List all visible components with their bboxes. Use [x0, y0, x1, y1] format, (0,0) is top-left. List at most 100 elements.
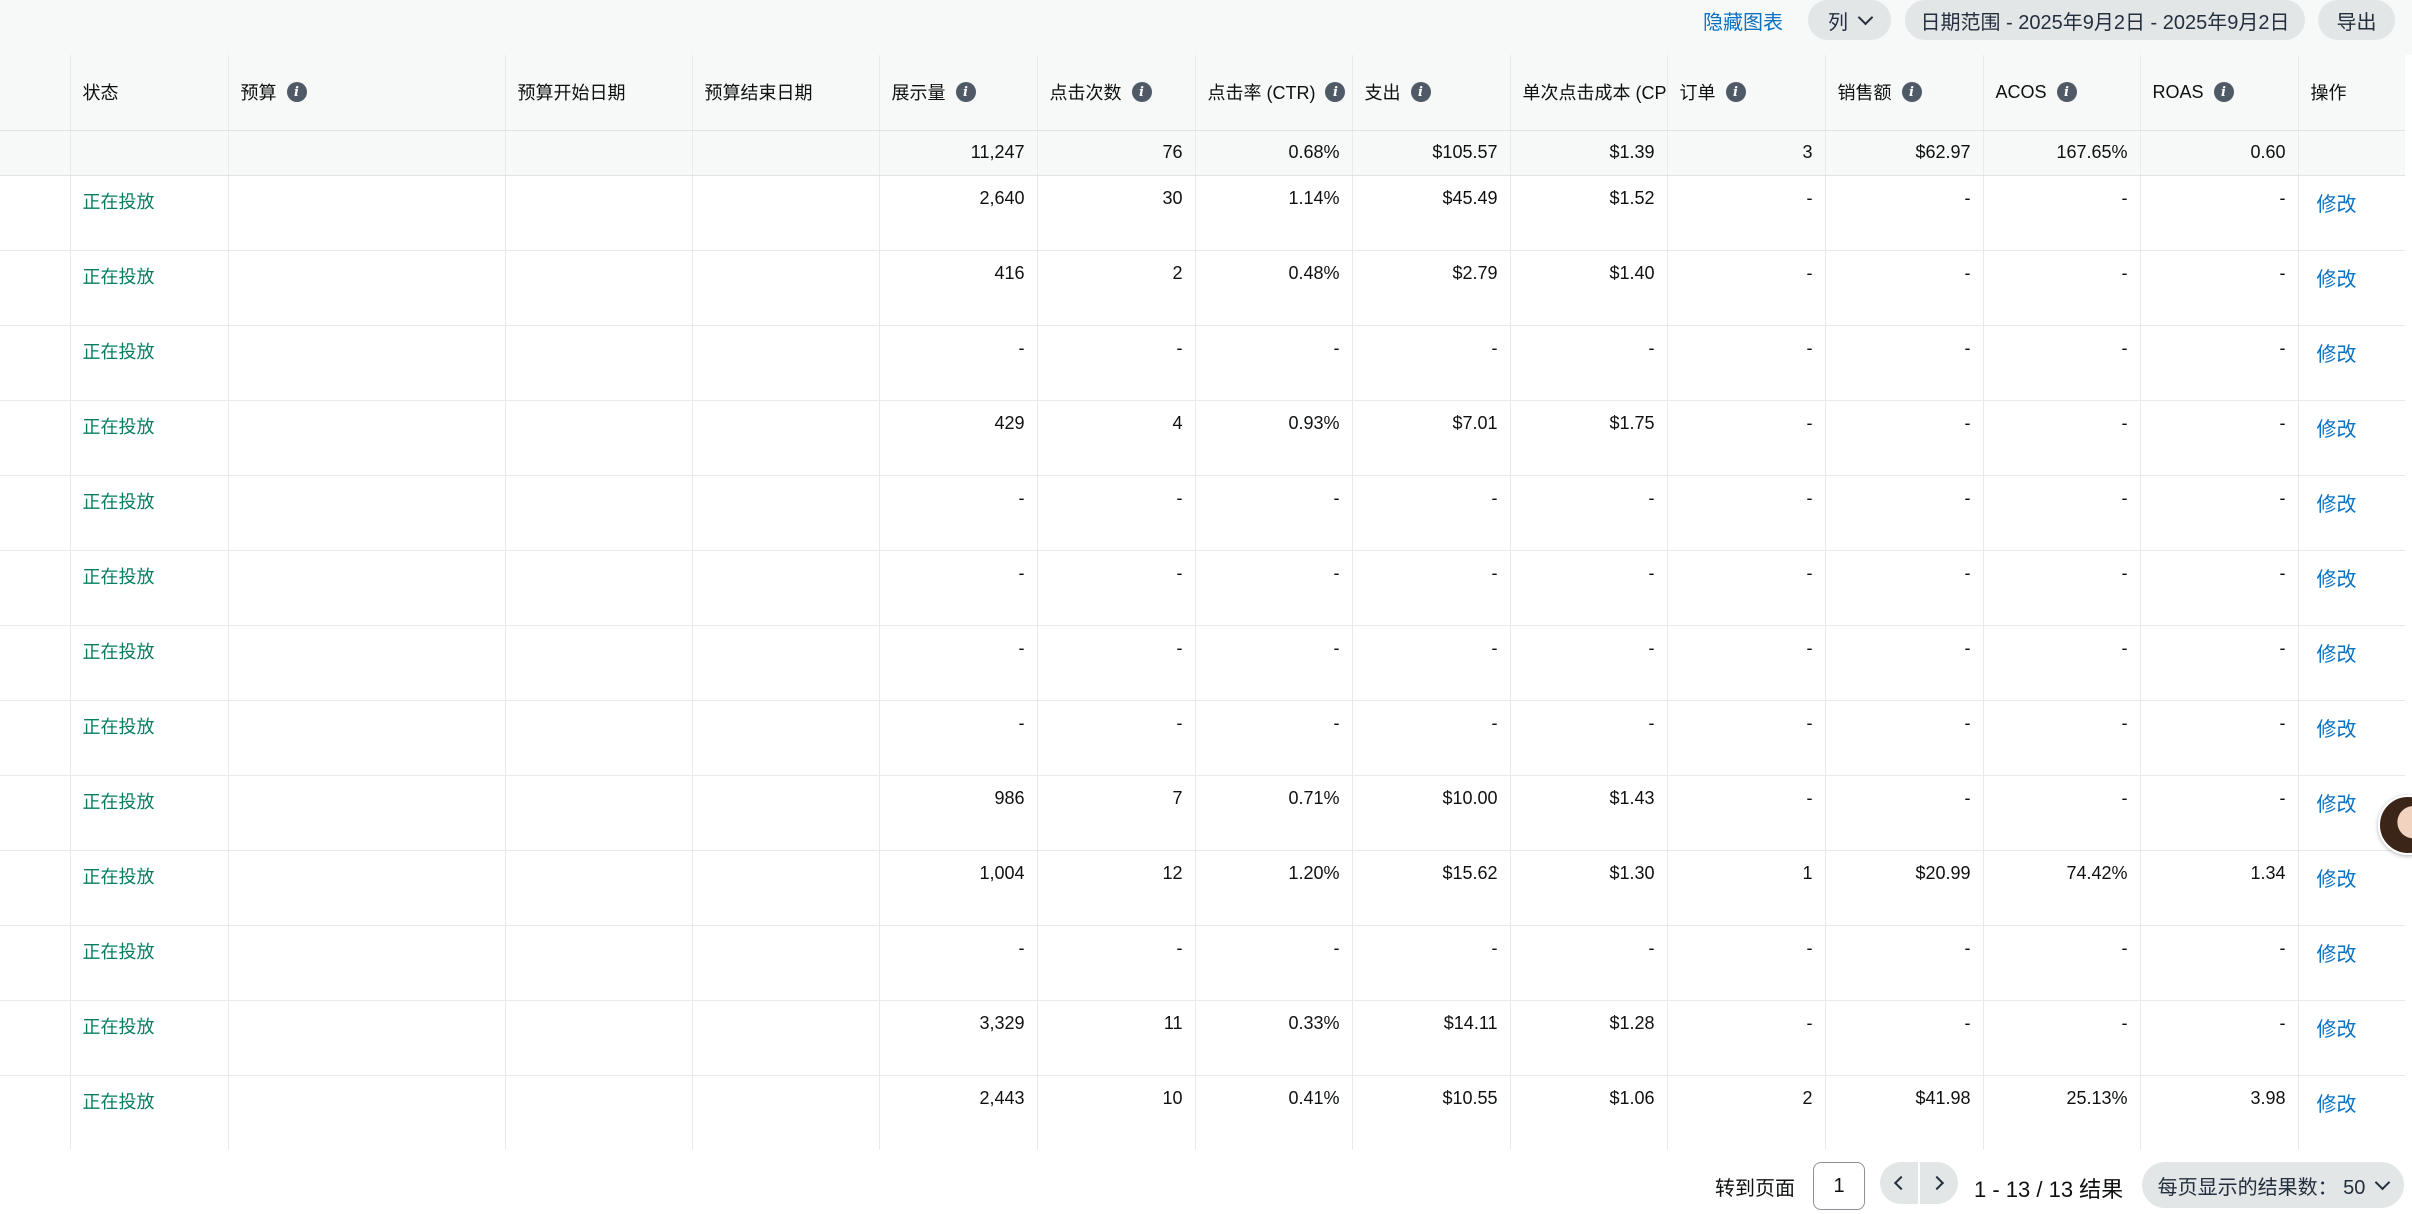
ctr-cell: 0.71% — [1195, 775, 1353, 851]
header-label: 点击率 (CTR) — [1207, 83, 1316, 104]
header-orders[interactable]: 订单 i — [1667, 55, 1826, 131]
edit-link[interactable]: 修改 — [2298, 175, 2405, 251]
roas-cell: - — [2140, 250, 2299, 326]
budget-start-cell — [505, 850, 693, 926]
table-cell — [0, 400, 71, 476]
header-acos[interactable]: ACOS i — [1983, 55, 2141, 131]
acos-cell: - — [1983, 475, 2141, 551]
roas-cell: - — [2140, 550, 2299, 626]
header-label: ACOS — [1995, 81, 2047, 102]
table-row: 正在投放 416 2 0.48% $2.79 $1.40- - - - 修改 — [0, 250, 2405, 326]
sales-cell: - — [1825, 775, 1984, 851]
info-icon[interactable]: i — [2056, 82, 2077, 103]
edit-link[interactable]: 修改 — [2298, 925, 2405, 1001]
header-budget[interactable]: 预算 i — [228, 55, 506, 131]
clicks-cell: 4 — [1037, 400, 1196, 476]
header-clicks[interactable]: 点击次数 i — [1037, 55, 1196, 131]
header-spend[interactable]: 支出 i — [1352, 55, 1511, 131]
status-cell: 正在投放 — [70, 175, 229, 251]
sales-cell: - — [1825, 1000, 1984, 1076]
acos-cell: - — [1983, 400, 2141, 476]
orders-cell: - — [1667, 925, 1826, 1001]
acos-cell: - — [1983, 700, 2141, 776]
edit-link[interactable]: 修改 — [2298, 625, 2405, 701]
table-cell — [228, 130, 506, 176]
info-icon[interactable]: i — [1901, 82, 1922, 103]
info-icon[interactable]: i — [286, 82, 307, 103]
table-row: 正在投放 429 4 0.93% $7.01 $1.75- - - - 修改 — [0, 400, 2405, 476]
status-cell: 正在投放 — [70, 775, 229, 851]
info-icon[interactable]: i — [955, 82, 976, 103]
edit-link[interactable]: 修改 — [2298, 325, 2405, 401]
header-budget-start-date[interactable]: 预算开始日期 — [505, 55, 693, 131]
info-icon[interactable]: i — [1131, 82, 1152, 103]
roas-cell: - — [2140, 625, 2299, 701]
edit-link[interactable]: 修改 — [2298, 250, 2405, 326]
columns-dropdown[interactable]: 列 — [1808, 0, 1891, 40]
edit-link[interactable]: 修改 — [2298, 700, 2405, 776]
cpc-cell: - — [1510, 325, 1668, 401]
budget-cell — [228, 700, 506, 776]
header-roas[interactable]: ROAS i — [2140, 55, 2299, 131]
budget-cell — [228, 325, 506, 401]
table-row: 正在投放 - - - - - - - - - 修改 — [0, 475, 2405, 551]
edit-link[interactable]: 修改 — [2298, 1000, 2405, 1076]
orders-cell: - — [1667, 700, 1826, 776]
table-row: 正在投放 - - - - - - - - - 修改 — [0, 925, 2405, 1001]
budget-start-cell — [505, 775, 693, 851]
roas-cell: - — [2140, 475, 2299, 551]
edit-link[interactable]: 修改 — [2298, 550, 2405, 626]
budget-end-cell — [692, 1075, 880, 1150]
ctr-cell: - — [1195, 625, 1353, 701]
orders-cell: 2 — [1667, 1075, 1826, 1150]
previous-page-button[interactable] — [1880, 1162, 1918, 1204]
next-page-button[interactable] — [1920, 1162, 1958, 1204]
edit-link[interactable]: 修改 — [2298, 1075, 2405, 1150]
table-row: 正在投放 2,443 10 0.41% $10.55 $1.06 2 $41.98 25.13%… — [0, 1075, 2405, 1150]
campaign-table: 状态 预算 i 预算开始日期 预算结束日期 展示量 i 点击次数 i 点击率 (CTR… — [0, 55, 2405, 1150]
status-cell: 正在投放 — [70, 1075, 229, 1150]
budget-start-cell — [505, 625, 693, 701]
budget-start-cell — [505, 175, 693, 251]
summary-roas: 0.60 — [2140, 130, 2299, 176]
header-status[interactable]: 状态 — [70, 55, 229, 131]
header-budget-end-date[interactable]: 预算结束日期 — [692, 55, 880, 131]
summary-ctr: 0.68% — [1195, 130, 1353, 176]
edit-link[interactable]: 修改 — [2298, 475, 2405, 551]
info-icon[interactable]: i — [1725, 82, 1746, 103]
edit-link[interactable]: 修改 — [2298, 850, 2405, 926]
status-cell: 正在投放 — [70, 550, 229, 626]
budget-cell — [228, 250, 506, 326]
impressions-cell: 429 — [879, 400, 1038, 476]
export-label: 导出 — [2336, 11, 2377, 34]
sales-cell: - — [1825, 175, 1984, 251]
cpc-cell: $1.52 — [1510, 175, 1668, 251]
header-label: 操作 — [2310, 83, 2347, 104]
info-icon[interactable]: i — [1325, 82, 1346, 103]
date-range-button[interactable]: 日期范围 - 2025年9月2日 - 2025年9月2日 — [1905, 0, 2305, 40]
clicks-cell: - — [1037, 700, 1196, 776]
ctr-cell: 0.93% — [1195, 400, 1353, 476]
acos-cell: - — [1983, 775, 2141, 851]
edit-link[interactable]: 修改 — [2298, 400, 2405, 476]
header-cpc[interactable]: 单次点击成本 (CPC) — [1510, 55, 1668, 131]
header-label: 订单 — [1679, 83, 1716, 104]
budget-end-cell — [692, 400, 880, 476]
hide-chart-link[interactable]: 隐藏图表 — [1703, 5, 1783, 41]
info-icon[interactable]: i — [2213, 82, 2234, 103]
status-cell: 正在投放 — [70, 475, 229, 551]
budget-start-cell — [505, 925, 693, 1001]
page-number-input[interactable] — [1813, 1162, 1865, 1210]
export-button[interactable]: 导出 — [2318, 0, 2395, 40]
spend-cell: - — [1352, 925, 1511, 1001]
header-ctr[interactable]: 点击率 (CTR) i — [1195, 55, 1353, 131]
cpc-cell: - — [1510, 700, 1668, 776]
header-impressions[interactable]: 展示量 i — [879, 55, 1038, 131]
table-body: 11,247 76 0.68% $105.57 $1.39 3 $62.97 1… — [0, 130, 2405, 1150]
info-icon[interactable]: i — [1410, 82, 1431, 103]
header-sales[interactable]: 销售额 i — [1825, 55, 1984, 131]
table-cell — [505, 130, 693, 176]
results-per-page-dropdown[interactable]: 每页显示的结果数： 50 — [2142, 1162, 2404, 1208]
cpc-cell: $1.28 — [1510, 1000, 1668, 1076]
spend-cell: $2.79 — [1352, 250, 1511, 326]
